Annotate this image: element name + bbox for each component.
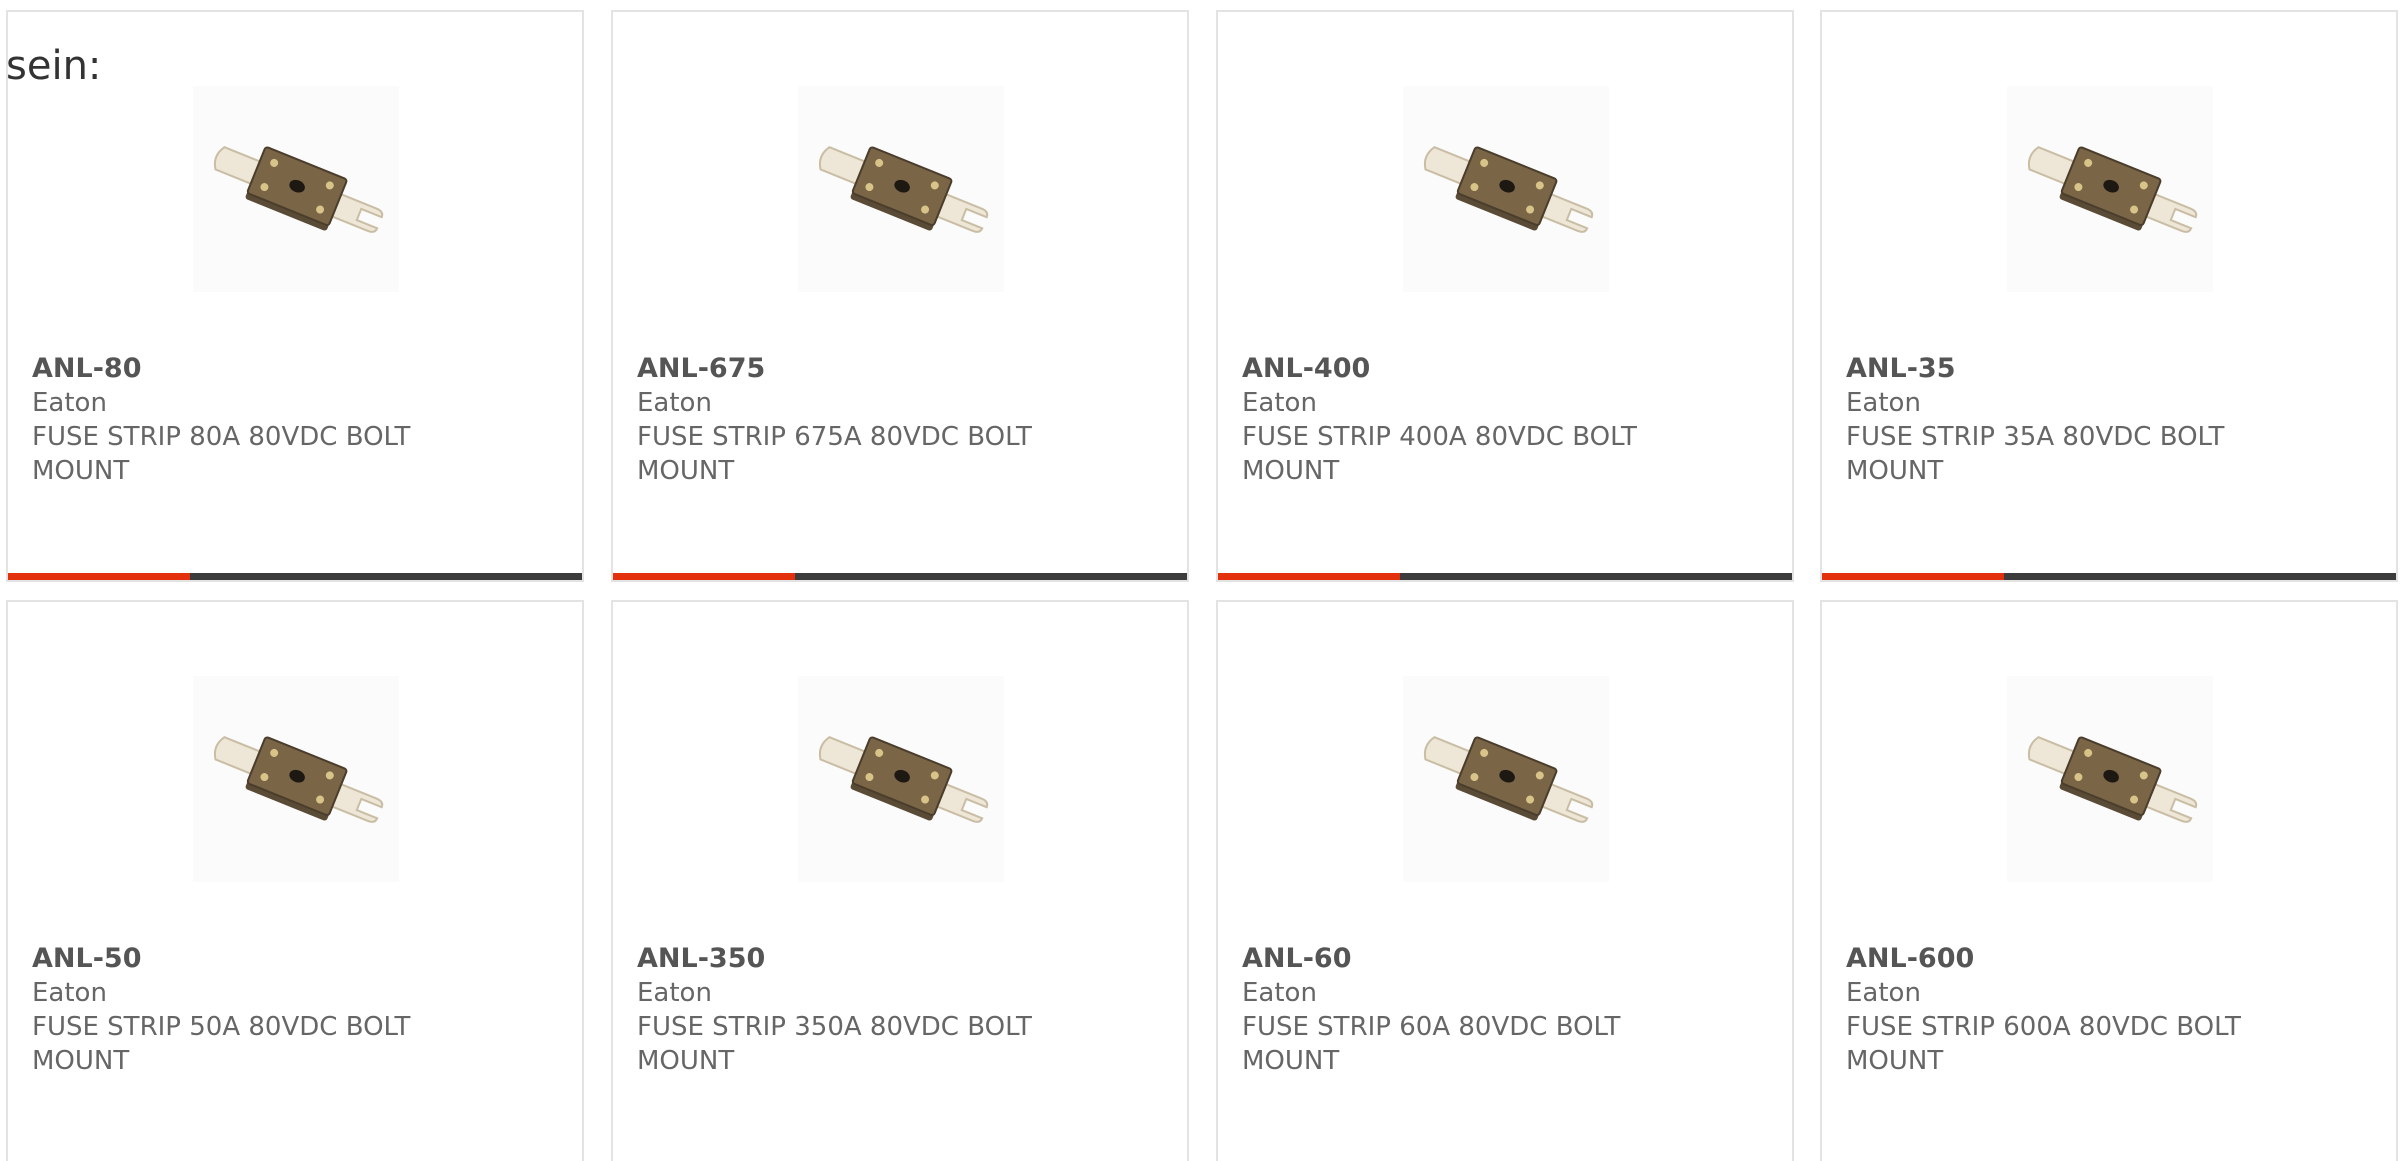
part-number[interactable]: ANL-675 xyxy=(637,352,1077,386)
product-card[interactable]: ANL-400 Eaton FUSE STRIP 400A 80VDC BOLT… xyxy=(1216,10,1794,582)
product-image[interactable] xyxy=(2007,86,2213,292)
product-card[interactable]: ANL-350 Eaton FUSE STRIP 350A 80VDC BOLT… xyxy=(611,600,1189,1161)
description-line: FUSE STRIP 600A 80VDC BOLT xyxy=(1846,1012,2241,1042)
card-accent-bar xyxy=(8,573,190,580)
product-card[interactable]: ANL-675 Eaton FUSE STRIP 675A 80VDC BOLT… xyxy=(611,10,1189,582)
description-line: MOUNT xyxy=(1846,1046,1944,1076)
brand-name: Eaton xyxy=(1242,388,1317,418)
fuse-icon xyxy=(213,736,384,823)
description-line: FUSE STRIP 675A 80VDC BOLT xyxy=(637,422,1032,452)
intro-text: sein: xyxy=(6,43,102,89)
part-number[interactable]: ANL-350 xyxy=(637,942,1077,976)
product-info: ANL-350 Eaton FUSE STRIP 350A 80VDC BOLT… xyxy=(637,942,1077,1078)
product-info: ANL-50 Eaton FUSE STRIP 50A 80VDC BOLT M… xyxy=(32,942,472,1078)
brand-name: Eaton xyxy=(637,978,712,1008)
brand-name: Eaton xyxy=(32,978,107,1008)
card-accent-bar xyxy=(1822,573,2004,580)
card-accent-bar xyxy=(613,573,795,580)
brand-name: Eaton xyxy=(1242,978,1317,1008)
brand-name: Eaton xyxy=(637,388,712,418)
product-card[interactable]: ANL-50 Eaton FUSE STRIP 50A 80VDC BOLT M… xyxy=(6,600,584,1161)
product-card[interactable]: ANL-60 Eaton FUSE STRIP 60A 80VDC BOLT M… xyxy=(1216,600,1794,1161)
product-image[interactable] xyxy=(798,676,1004,882)
product-grid: ANL-80 Eaton FUSE STRIP 80A 80VDC BOLT M… xyxy=(0,0,2400,1161)
product-image[interactable] xyxy=(1403,676,1609,882)
part-number[interactable]: ANL-50 xyxy=(32,942,472,976)
product-info: ANL-80 Eaton FUSE STRIP 80A 80VDC BOLT M… xyxy=(32,352,472,488)
fuse-icon xyxy=(1423,736,1594,823)
product-card[interactable]: ANL-35 Eaton FUSE STRIP 35A 80VDC BOLT M… xyxy=(1820,10,2398,582)
card-accent-bar xyxy=(1218,573,1400,580)
product-image[interactable] xyxy=(2007,676,2213,882)
card-bottom-bar xyxy=(1218,573,1792,580)
description-line: MOUNT xyxy=(637,1046,735,1076)
description-line: MOUNT xyxy=(1846,456,1944,486)
description-line: MOUNT xyxy=(1242,1046,1340,1076)
description-line: FUSE STRIP 400A 80VDC BOLT xyxy=(1242,422,1637,452)
description-line: MOUNT xyxy=(1242,456,1340,486)
fuse-icon xyxy=(818,146,989,233)
description-line: FUSE STRIP 350A 80VDC BOLT xyxy=(637,1012,1032,1042)
description-line: FUSE STRIP 35A 80VDC BOLT xyxy=(1846,422,2225,452)
product-info: ANL-600 Eaton FUSE STRIP 600A 80VDC BOLT… xyxy=(1846,942,2286,1078)
part-number[interactable]: ANL-80 xyxy=(32,352,472,386)
product-card[interactable]: ANL-600 Eaton FUSE STRIP 600A 80VDC BOLT… xyxy=(1820,600,2398,1161)
brand-name: Eaton xyxy=(1846,388,1921,418)
product-info: ANL-35 Eaton FUSE STRIP 35A 80VDC BOLT M… xyxy=(1846,352,2286,488)
card-bottom-bar xyxy=(613,573,1187,580)
card-bottom-bar xyxy=(1822,573,2396,580)
product-image[interactable] xyxy=(1403,86,1609,292)
product-info: ANL-400 Eaton FUSE STRIP 400A 80VDC BOLT… xyxy=(1242,352,1682,488)
description-line: MOUNT xyxy=(32,1046,130,1076)
description-line: FUSE STRIP 50A 80VDC BOLT xyxy=(32,1012,411,1042)
fuse-icon xyxy=(1423,146,1594,233)
product-image[interactable] xyxy=(193,86,399,292)
brand-name: Eaton xyxy=(32,388,107,418)
product-info: ANL-675 Eaton FUSE STRIP 675A 80VDC BOLT… xyxy=(637,352,1077,488)
description-line: FUSE STRIP 60A 80VDC BOLT xyxy=(1242,1012,1621,1042)
fuse-icon xyxy=(818,736,989,823)
part-number[interactable]: ANL-600 xyxy=(1846,942,2286,976)
product-image[interactable] xyxy=(798,86,1004,292)
part-number[interactable]: ANL-400 xyxy=(1242,352,1682,386)
description-line: MOUNT xyxy=(637,456,735,486)
description-line: FUSE STRIP 80A 80VDC BOLT xyxy=(32,422,411,452)
description-line: MOUNT xyxy=(32,456,130,486)
product-card[interactable]: ANL-80 Eaton FUSE STRIP 80A 80VDC BOLT M… xyxy=(6,10,584,582)
part-number[interactable]: ANL-35 xyxy=(1846,352,2286,386)
card-bottom-bar xyxy=(8,573,582,580)
fuse-icon xyxy=(213,146,384,233)
part-number[interactable]: ANL-60 xyxy=(1242,942,1682,976)
fuse-icon xyxy=(2027,736,2198,823)
product-info: ANL-60 Eaton FUSE STRIP 60A 80VDC BOLT M… xyxy=(1242,942,1682,1078)
product-image[interactable] xyxy=(193,676,399,882)
brand-name: Eaton xyxy=(1846,978,1921,1008)
fuse-icon xyxy=(2027,146,2198,233)
product-grid-page: sein: ANL-80 Eaton FUSE STRIP 80A 80VDC … xyxy=(0,0,2400,1161)
